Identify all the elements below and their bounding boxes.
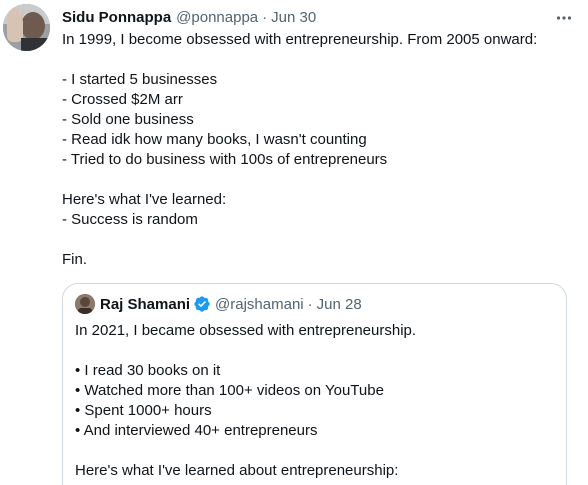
tweet-card[interactable]: Sidu Ponnappa @ponnappa · Jun 30 In 1999…: [0, 0, 588, 485]
tweet-line: Here's what I've learned:: [62, 191, 227, 208]
quoted-tweet-header: Raj Shamani @rajshamani · Jun 28: [75, 294, 362, 314]
quoted-tweet-line: • And interviewed 40+ entrepreneurs: [75, 422, 318, 439]
tweet-header: Sidu Ponnappa @ponnappa · Jun 30: [62, 8, 316, 28]
quoted-tweet-line: Here's what I've learned about entrepren…: [75, 462, 399, 479]
tweet-text: In 1999, I become obsessed with entrepre…: [62, 30, 577, 270]
author-handle[interactable]: @ponnappa: [176, 8, 258, 28]
more-horizontal-icon: [556, 16, 572, 20]
quoted-tweet-line-blank: [75, 341, 555, 361]
separator-dot: ·: [307, 295, 313, 313]
quoted-tweet-line: • Spent 1000+ hours: [75, 402, 212, 419]
quoted-author-handle[interactable]: @rajshamani: [215, 296, 304, 313]
separator-dot: ·: [262, 9, 268, 26]
verified-badge-icon: [193, 295, 211, 313]
tweet-line: - Sold one business: [62, 111, 194, 128]
tweet-date[interactable]: Jun 30: [271, 8, 316, 28]
tweet-line: In 1999, I become obsessed with entrepre…: [62, 31, 538, 48]
quoted-author-avatar[interactable]: [75, 294, 95, 314]
tweet-line: Fin.: [62, 251, 88, 268]
tweet-line: - Crossed $2M arr: [62, 91, 183, 108]
quoted-author-name[interactable]: Raj Shamani: [100, 296, 190, 313]
quoted-tweet-line: In 2021, I became obsessed with entrepre…: [75, 322, 417, 339]
quoted-tweet-date[interactable]: Jun 28: [317, 296, 362, 313]
more-options-button[interactable]: [554, 8, 574, 28]
tweet-line: - Tried to do business with 100s of entr…: [62, 151, 388, 168]
tweet-line: - Success is random: [62, 211, 198, 228]
quoted-tweet[interactable]: Raj Shamani @rajshamani · Jun 28 In 2021…: [62, 283, 567, 485]
quoted-tweet-line: • I read 30 books on it: [75, 362, 221, 379]
author-avatar[interactable]: [3, 4, 50, 51]
tweet-line: - Read idk how many books, I wasn't coun…: [62, 131, 367, 148]
tweet-line: - I started 5 businesses: [62, 71, 218, 88]
author-name[interactable]: Sidu Ponnappa: [62, 8, 171, 28]
quoted-tweet-text: In 2021, I became obsessed with entrepre…: [75, 321, 555, 481]
quoted-tweet-line-blank: [75, 441, 555, 461]
quoted-tweet-line: • Watched more than 100+ videos on YouTu…: [75, 382, 384, 399]
